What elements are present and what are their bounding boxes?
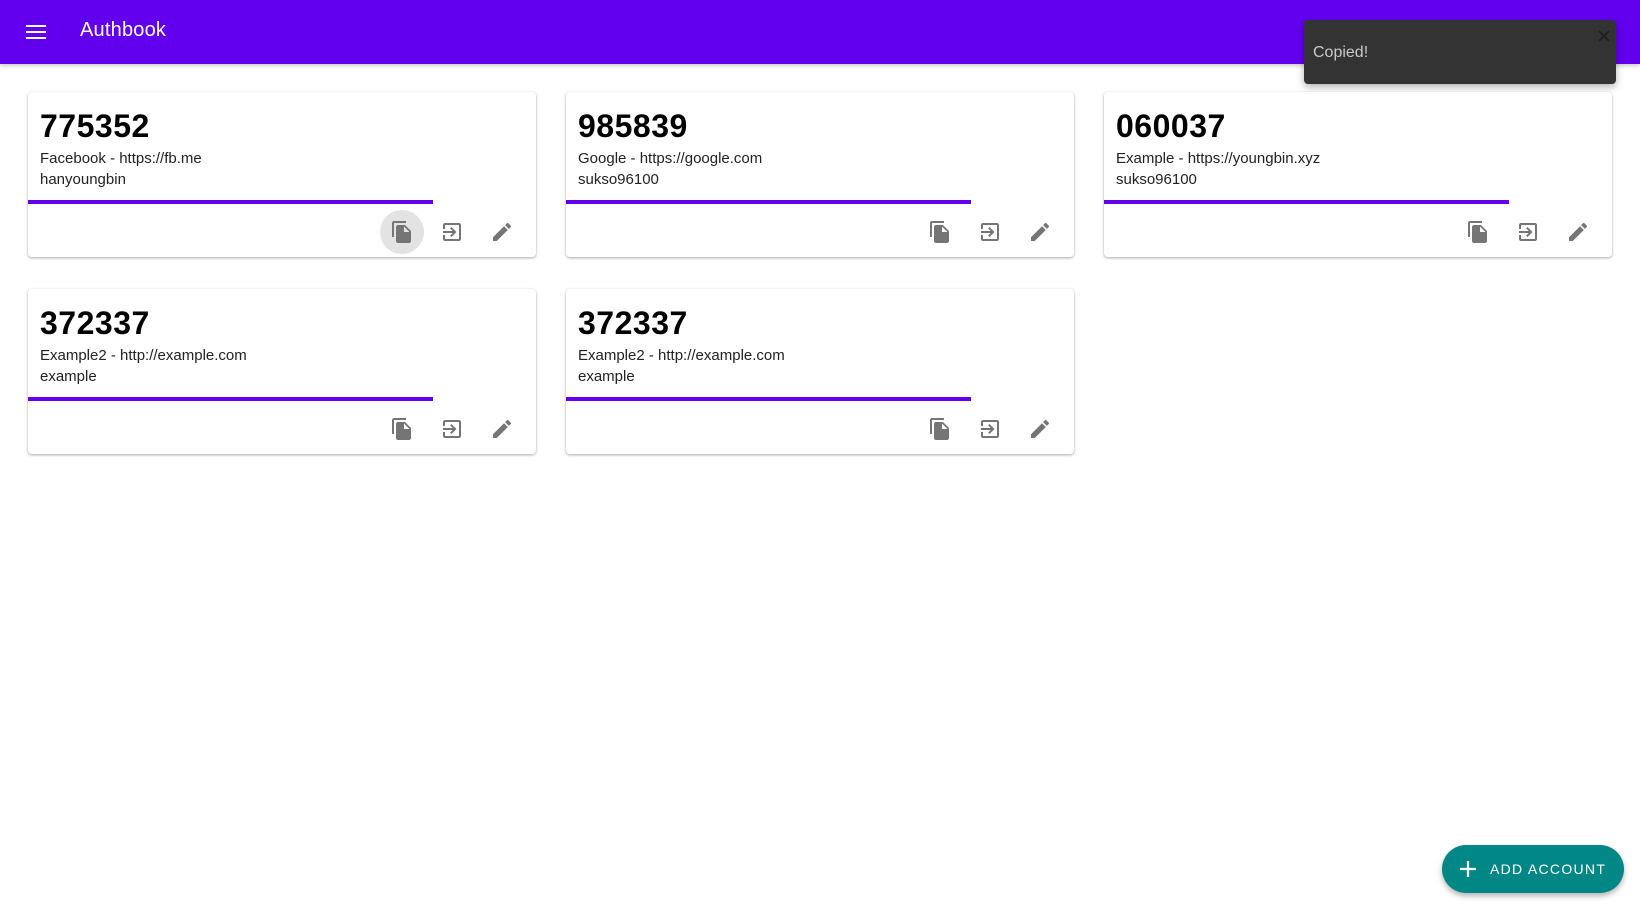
edit-icon xyxy=(1031,222,1050,241)
account-username: hanyoungbin xyxy=(40,171,126,188)
otp-time-progress xyxy=(566,200,971,204)
card-actions xyxy=(1456,210,1600,250)
copy-icon xyxy=(930,221,949,243)
copy-button[interactable] xyxy=(918,210,962,254)
snackbar: Copied! xyxy=(1304,20,1616,84)
copy-icon xyxy=(1468,221,1487,243)
edit-icon xyxy=(1031,419,1050,438)
open-site-button[interactable] xyxy=(430,407,474,451)
open-site-button[interactable] xyxy=(968,407,1012,451)
copy-button[interactable] xyxy=(380,210,424,254)
account-card: 372337 Example2 - http://example.com exa… xyxy=(566,289,1074,454)
open-site-button[interactable] xyxy=(1506,210,1550,254)
card-actions xyxy=(380,210,524,254)
open-in-app-icon xyxy=(981,420,999,438)
open-site-button[interactable] xyxy=(430,210,474,254)
account-service: Google - https://google.com xyxy=(578,150,763,167)
plus-icon xyxy=(1456,857,1480,881)
add-account-label: ADD ACCOUNT xyxy=(1490,861,1607,877)
edit-button[interactable] xyxy=(1018,407,1062,451)
snackbar-close-button[interactable] xyxy=(1596,28,1612,44)
open-site-button[interactable] xyxy=(968,210,1012,254)
copy-button[interactable] xyxy=(1456,210,1500,254)
open-in-app-icon xyxy=(1519,223,1537,241)
otp-time-progress xyxy=(28,397,433,401)
edit-icon xyxy=(493,222,512,241)
copy-button[interactable] xyxy=(918,407,962,451)
otp-code: 060037 xyxy=(1116,108,1226,144)
snackbar-message: Copied! xyxy=(1313,44,1369,61)
edit-button[interactable] xyxy=(480,210,524,254)
edit-button[interactable] xyxy=(1556,210,1600,254)
edit-button[interactable] xyxy=(1018,210,1062,254)
otp-code: 985839 xyxy=(578,108,688,144)
otp-time-progress xyxy=(566,397,971,401)
account-username: sukso96100 xyxy=(578,171,659,188)
add-account-button[interactable]: ADD ACCOUNT xyxy=(1442,845,1624,893)
menu-button[interactable] xyxy=(20,16,52,48)
account-card: 372337 Example2 - http://example.com exa… xyxy=(28,289,536,454)
copy-icon xyxy=(930,418,949,440)
account-card: 985839 Google - https://google.com sukso… xyxy=(566,92,1074,257)
open-in-app-icon xyxy=(443,223,461,241)
otp-code: 372337 xyxy=(40,305,150,341)
edit-icon xyxy=(1569,222,1588,241)
edit-button[interactable] xyxy=(480,407,524,451)
account-card: 060037 Example - https://youngbin.xyz su… xyxy=(1104,92,1612,257)
copy-button[interactable] xyxy=(380,407,424,451)
open-in-app-icon xyxy=(981,223,999,241)
otp-time-progress xyxy=(28,200,433,204)
hamburger-menu-icon xyxy=(26,25,46,39)
account-service: Example2 - http://example.com xyxy=(578,347,785,364)
account-service: Example - https://youngbin.xyz xyxy=(1116,150,1321,167)
otp-time-progress xyxy=(1104,200,1509,204)
card-actions xyxy=(918,407,1062,447)
otp-code: 372337 xyxy=(578,305,688,341)
account-service: Facebook - https://fb.me xyxy=(40,150,202,167)
account-card: 775352 Facebook - https://fb.me hanyoung… xyxy=(28,92,536,257)
account-username: sukso96100 xyxy=(1116,171,1197,188)
card-actions xyxy=(380,407,524,447)
edit-icon xyxy=(493,419,512,438)
card-actions xyxy=(918,210,1062,250)
copy-icon xyxy=(392,418,411,440)
open-in-app-icon xyxy=(443,420,461,438)
account-service: Example2 - http://example.com xyxy=(40,347,247,364)
otp-code: 775352 xyxy=(40,108,150,144)
account-username: example xyxy=(40,368,97,385)
app-title: Authbook xyxy=(80,19,167,41)
close-icon xyxy=(1598,30,1610,42)
copy-icon xyxy=(392,221,411,243)
account-username: example xyxy=(578,368,635,385)
